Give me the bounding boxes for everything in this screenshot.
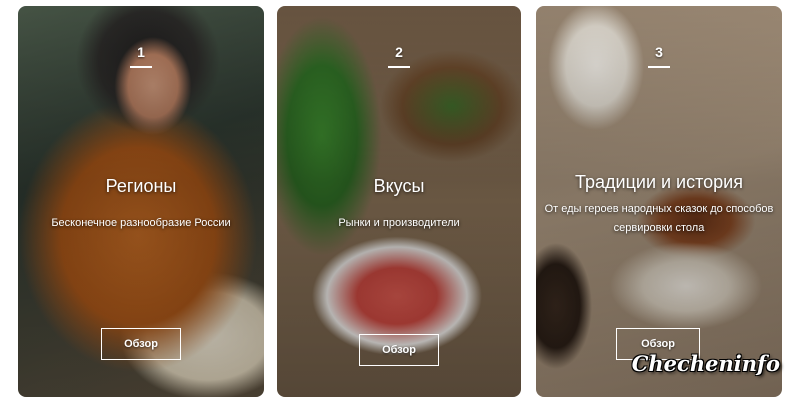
card-subtitle: От еды героев народных сказок до способо… <box>544 203 774 234</box>
card-number: 1 <box>137 44 145 60</box>
cards-grid: 1 Регионы Бесконечное разнообразие Росси… <box>0 0 800 400</box>
card-title: Традиции и история <box>575 172 743 192</box>
number-underline <box>648 66 670 68</box>
card-traditions[interactable]: 3 Традиции и история От еды героев народ… <box>536 6 782 397</box>
card-number: 2 <box>395 44 403 60</box>
card-tastes[interactable]: 2 Вкусы Рынки и производители Обзор <box>277 6 521 397</box>
card-subtitle: Рынки и производители <box>338 217 460 229</box>
overview-button-tastes[interactable]: Обзор <box>359 334 439 366</box>
card-subtitle: Бесконечное разнообразие России <box>51 217 231 229</box>
card-title: Регионы <box>105 176 177 196</box>
number-underline <box>388 66 410 68</box>
number-underline <box>130 66 152 68</box>
card-number: 3 <box>655 44 663 60</box>
watermark-logo: Checheninfo <box>631 351 780 376</box>
overview-button-regions[interactable]: Обзор <box>101 328 181 360</box>
card-title: Вкусы <box>373 176 425 196</box>
card-regions[interactable]: 1 Регионы Бесконечное разнообразие Росси… <box>18 6 264 397</box>
